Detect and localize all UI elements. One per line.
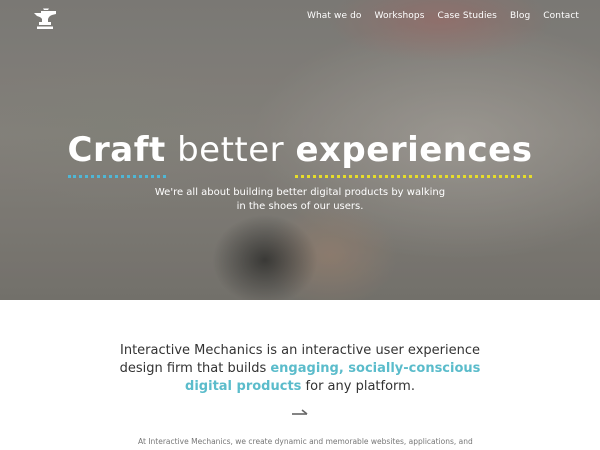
intro-line-1: Interactive Mechanics is an interactive …	[120, 343, 480, 358]
nav-item-case-studies[interactable]: Case Studies	[438, 11, 497, 21]
headline-word-craft: Craft	[67, 128, 166, 178]
hero-tagline: We're all about building better digital …	[0, 186, 600, 214]
intro-line-2: design firm that builds engaging, social…	[0, 360, 600, 378]
hero-headline: Craft better experiences	[0, 128, 600, 178]
nav-item-blog[interactable]: Blog	[510, 11, 530, 21]
main-nav: What we do Workshops Case Studies Blog C…	[294, 11, 579, 21]
nav-item-contact[interactable]: Contact	[543, 11, 579, 21]
anvil-icon[interactable]	[32, 8, 58, 30]
tagline-line-2: in the shoes of our users.	[236, 201, 364, 212]
intro-statement: Interactive Mechanics is an interactive …	[0, 342, 600, 396]
intro-line-2-text: design firm that builds	[119, 361, 271, 376]
nav-item-workshops[interactable]: Workshops	[375, 11, 425, 21]
body-paragraph: At Interactive Mechanics, we create dyna…	[138, 437, 473, 446]
nav-item-what-we-do[interactable]: What we do	[307, 11, 362, 21]
intro-highlight-digital-products: digital products	[185, 379, 302, 394]
arrow-right-icon[interactable]	[291, 408, 309, 418]
tagline-line-1: We're all about building better digital …	[154, 187, 446, 198]
intro-line-3-text: for any platform.	[301, 379, 415, 394]
hero-section: What we do Workshops Case Studies Blog C…	[0, 0, 600, 300]
headline-word-better: better	[177, 130, 285, 170]
intro-line-3: digital products for any platform.	[0, 378, 600, 396]
headline-word-experiences: experiences	[295, 128, 533, 178]
intro-highlight-engaging: engaging, socially-conscious	[270, 361, 481, 376]
